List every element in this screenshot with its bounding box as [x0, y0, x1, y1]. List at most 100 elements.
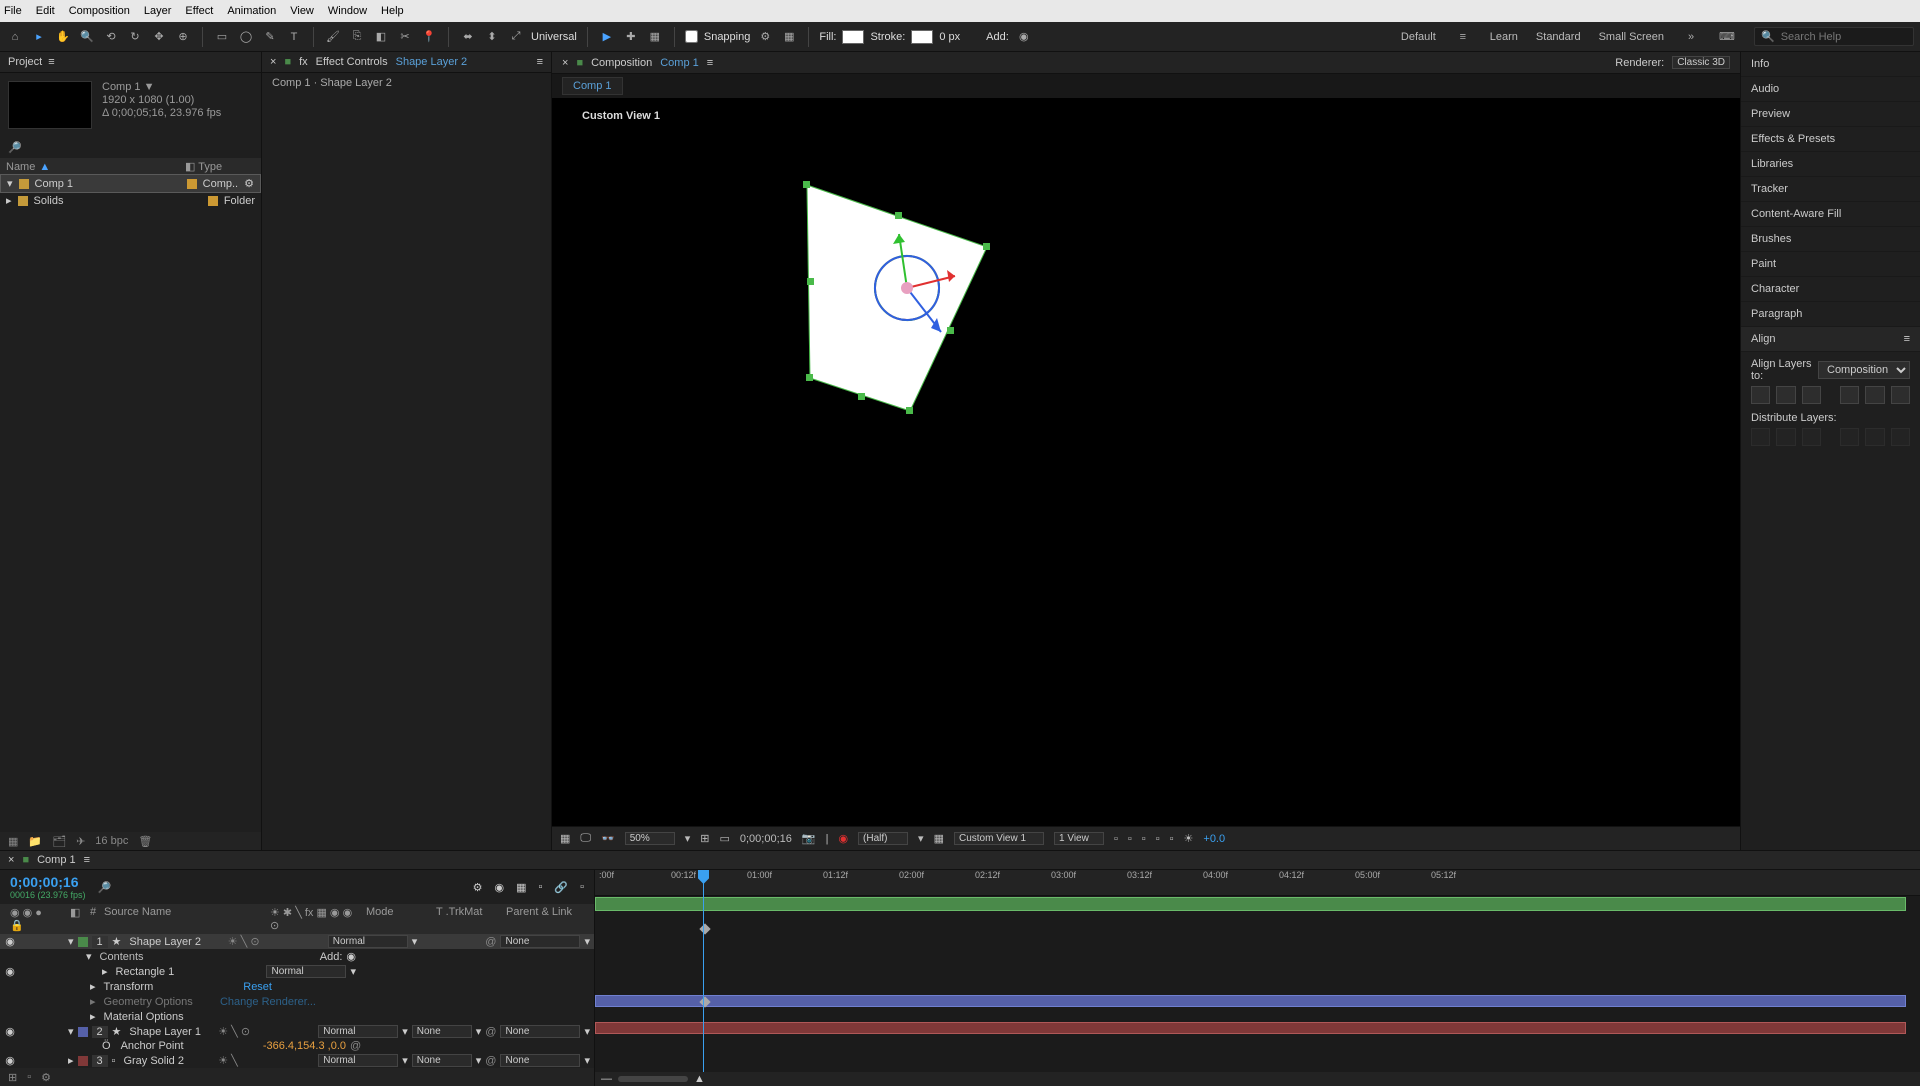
- menu-layer[interactable]: Layer: [144, 5, 172, 17]
- layer-row-1[interactable]: ◉ ▾1 ★Shape Layer 2 ☀ ╲ ⊙ Normal▾ @None▾: [0, 934, 594, 949]
- panel-effects-presets[interactable]: Effects & Presets: [1741, 127, 1920, 152]
- view-icon[interactable]: ▫: [1114, 833, 1118, 845]
- anchor-tool-icon[interactable]: ⊕: [174, 28, 192, 46]
- resolution-select[interactable]: (Half): [858, 832, 908, 845]
- panel-menu-icon[interactable]: ≡: [1904, 333, 1910, 345]
- tl-opt-icon[interactable]: 🔗: [554, 881, 568, 894]
- layer-bar-1[interactable]: [595, 897, 1906, 911]
- add-shape-icon[interactable]: ◉: [1015, 28, 1033, 46]
- panel-brushes[interactable]: Brushes: [1741, 227, 1920, 252]
- selection-tool-icon[interactable]: ▸: [30, 28, 48, 46]
- timeline-tab[interactable]: Comp 1: [37, 854, 76, 866]
- snapshot-icon[interactable]: 📷: [802, 832, 816, 845]
- exposure-icon[interactable]: ☀: [1184, 832, 1194, 845]
- align-target-select[interactable]: Composition: [1818, 361, 1910, 379]
- prop-rectangle[interactable]: ◉▸ Rectangle 1 Normal▾: [0, 964, 594, 979]
- search-help-box[interactable]: 🔍 Search Help: [1754, 27, 1914, 46]
- add-frame-icon[interactable]: ✚: [622, 28, 640, 46]
- axis-local-icon[interactable]: ⬌: [459, 28, 477, 46]
- menu-window[interactable]: Window: [328, 5, 367, 17]
- workspace-default[interactable]: Default: [1401, 31, 1436, 43]
- menu-help[interactable]: Help: [381, 5, 404, 17]
- effect-controls-tab[interactable]: Effect Controls: [316, 56, 388, 68]
- footer-icon[interactable]: 📁: [28, 835, 42, 848]
- brush-tool-icon[interactable]: 🖌: [324, 28, 342, 46]
- roto-tool-icon[interactable]: ✂: [396, 28, 414, 46]
- text-tool-icon[interactable]: T: [285, 28, 303, 46]
- prop-transform[interactable]: ▸ Transform Reset: [0, 979, 594, 994]
- fill-swatch[interactable]: [842, 30, 864, 44]
- keyboard-icon[interactable]: ⌨: [1718, 28, 1736, 46]
- stroke-swatch[interactable]: [911, 30, 933, 44]
- panel-menu-icon[interactable]: ≡: [84, 854, 90, 866]
- zoom-in-icon[interactable]: ▲: [694, 1073, 705, 1085]
- panel-menu-icon[interactable]: ≡: [707, 57, 713, 69]
- timeline-track-area[interactable]: :00f 00:12f 01:00f 01:12f 02:00f 02:12f …: [595, 870, 1920, 1086]
- clone-tool-icon[interactable]: ⎘: [348, 28, 366, 46]
- project-item-solids[interactable]: ▸ Solids Folder: [0, 192, 261, 209]
- play-icon[interactable]: ▶: [598, 28, 616, 46]
- layer-bar-2[interactable]: [595, 995, 1906, 1007]
- prop-geometry[interactable]: ▸ Geometry Options Change Renderer...: [0, 994, 594, 1009]
- exposure-value[interactable]: +0.0: [1203, 833, 1225, 845]
- res-auto-icon[interactable]: ▾: [685, 832, 691, 845]
- menu-effect[interactable]: Effect: [185, 5, 213, 17]
- prop-contents[interactable]: ▾ Contents Add: ◉: [0, 949, 594, 964]
- menu-composition[interactable]: Composition: [69, 5, 130, 17]
- zoom-out-icon[interactable]: —: [601, 1073, 612, 1085]
- playhead[interactable]: [703, 870, 704, 1086]
- grid-icon[interactable]: ⊞: [700, 832, 709, 845]
- add-content-icon[interactable]: ◉: [346, 950, 356, 963]
- panel-info[interactable]: Info: [1741, 52, 1920, 77]
- comp-thumbnail[interactable]: [8, 81, 92, 129]
- axis-view-icon[interactable]: ⤢: [507, 28, 525, 46]
- align-top-button[interactable]: [1840, 386, 1859, 404]
- view-icon[interactable]: ▫: [1128, 833, 1132, 845]
- eraser-tool-icon[interactable]: ◧: [372, 28, 390, 46]
- rect-tool-icon[interactable]: ▭: [213, 28, 231, 46]
- pen-tool-icon[interactable]: ✎: [261, 28, 279, 46]
- workspace-standard[interactable]: Standard: [1536, 31, 1581, 43]
- view-icon[interactable]: ▫: [1170, 833, 1174, 845]
- project-item-comp[interactable]: ▾ Comp 1 Comp.. ⚙: [0, 174, 261, 193]
- transparency-icon[interactable]: ▦: [934, 832, 944, 845]
- project-tab[interactable]: Project: [8, 56, 42, 68]
- align-bottom-button[interactable]: [1891, 386, 1910, 404]
- align-vcenter-button[interactable]: [1865, 386, 1884, 404]
- magnify-icon[interactable]: ▦: [560, 832, 570, 845]
- view-icon[interactable]: ▫: [1142, 833, 1146, 845]
- mask-icon[interactable]: 👓: [601, 832, 615, 845]
- panel-content-aware[interactable]: Content-Aware Fill: [1741, 202, 1920, 227]
- zoom-slider[interactable]: [618, 1076, 688, 1082]
- menu-file[interactable]: File: [4, 5, 22, 17]
- hand-tool-icon[interactable]: ✋: [54, 28, 72, 46]
- panel-tracker[interactable]: Tracker: [1741, 177, 1920, 202]
- panel-paragraph[interactable]: Paragraph: [1741, 302, 1920, 327]
- workspace-small[interactable]: Small Screen: [1599, 31, 1664, 43]
- layer-row-2[interactable]: ◉ ▾2 ★Shape Layer 1 ☀ ╲ ⊙ Normal▾ None▾ …: [0, 1024, 594, 1039]
- tl-opt-icon[interactable]: ◉: [494, 881, 504, 894]
- viewer-canvas[interactable]: Custom View 1: [552, 98, 1740, 826]
- composition-tab[interactable]: Composition: [591, 57, 652, 69]
- viewer-time[interactable]: 0;00;00;16: [740, 833, 792, 845]
- orbit-tool-icon[interactable]: ⟲: [102, 28, 120, 46]
- panel-paint[interactable]: Paint: [1741, 252, 1920, 277]
- channel-icon[interactable]: ◉: [838, 832, 848, 845]
- panel-character[interactable]: Character: [1741, 277, 1920, 302]
- snapping-checkbox[interactable]: [685, 30, 698, 43]
- renderer-select[interactable]: Classic 3D: [1672, 56, 1730, 69]
- keyframe-marker[interactable]: [699, 923, 710, 934]
- layer-row-3[interactable]: ◉ ▸3 ▫Gray Solid 2 ☀ ╲ Normal▾ None▾ @No…: [0, 1053, 594, 1068]
- views-select[interactable]: 1 View: [1054, 832, 1104, 845]
- align-hcenter-button[interactable]: [1776, 386, 1795, 404]
- workspace-menu-icon[interactable]: ≡: [1454, 28, 1472, 46]
- col-trkmat[interactable]: T .TrkMat: [430, 906, 500, 932]
- panel-libraries[interactable]: Libraries: [1741, 152, 1920, 177]
- camera-select[interactable]: Custom View 1: [954, 832, 1044, 845]
- timeline-search-icon[interactable]: 🔎: [98, 881, 112, 894]
- zoom-tool-icon[interactable]: 🔍: [78, 28, 96, 46]
- stroke-width[interactable]: 0 px: [939, 31, 960, 43]
- ellipse-tool-icon[interactable]: ◯: [237, 28, 255, 46]
- label-column-icon[interactable]: ◧: [185, 161, 195, 173]
- timeline-icon[interactable]: ▦: [646, 28, 664, 46]
